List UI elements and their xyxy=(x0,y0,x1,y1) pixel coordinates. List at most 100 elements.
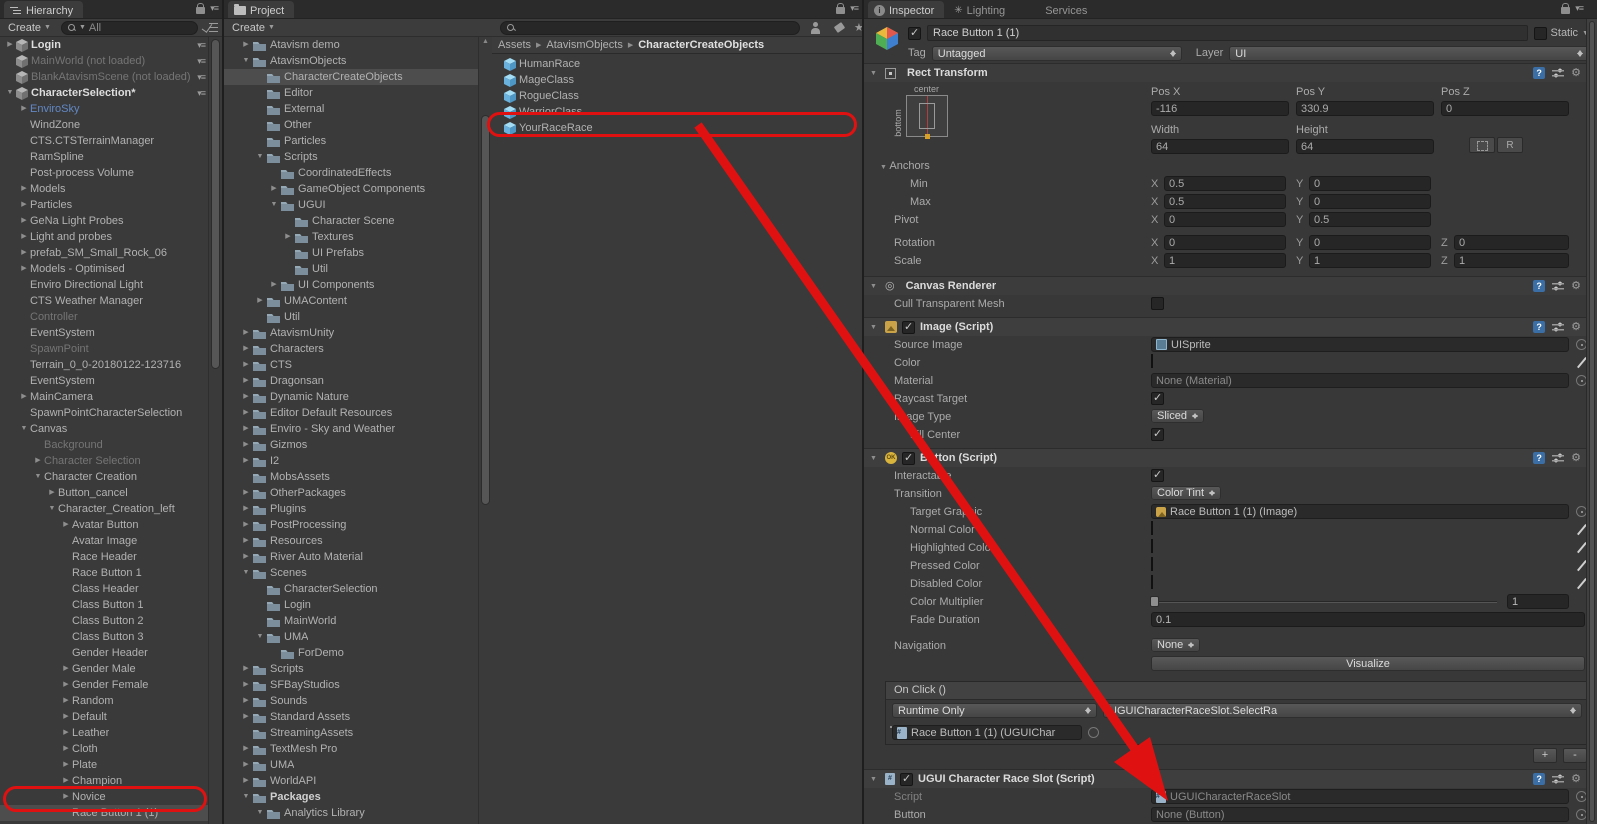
tab-lighting[interactable]: ✳ Lighting xyxy=(948,1,1015,18)
hierarchy-row[interactable]: ▶ prefab_SM_Small_Rock_06 xyxy=(0,245,208,261)
foldout-icon[interactable]: ▶ xyxy=(240,373,252,389)
gameobject-name-field[interactable]: Race Button 1 (1) xyxy=(927,25,1528,41)
scene-menu-icon[interactable]: ▾≡ xyxy=(197,53,206,69)
scene-menu-icon[interactable]: ▾≡ xyxy=(197,85,206,101)
foldout-icon[interactable]: ▶ xyxy=(18,181,30,197)
button-ref-field[interactable]: None (Button) xyxy=(1151,807,1569,822)
blueprint-mode-button[interactable] xyxy=(1469,137,1495,153)
hierarchy-row[interactable]: MainWorld (not loaded) ▾≡ xyxy=(0,53,208,69)
pivot-y-field[interactable]: 0.5 xyxy=(1309,212,1431,227)
anchor-max-x-field[interactable]: 0.5 xyxy=(1164,194,1286,209)
project-tree-row[interactable]: ▶ AtavismUnity xyxy=(224,325,478,341)
asset-row[interactable]: MageClass xyxy=(492,72,862,88)
presets-icon[interactable] xyxy=(1552,68,1565,78)
project-tree-row[interactable]: ▶ UMA xyxy=(224,757,478,773)
foldout-icon[interactable]: ▶ xyxy=(32,453,44,469)
posx-field[interactable]: -116 xyxy=(1151,101,1289,116)
project-tree-row[interactable]: ▶ GameObject Components xyxy=(224,181,478,197)
hierarchy-row[interactable]: Class Button 3 xyxy=(0,629,208,645)
asset-row[interactable]: HumanRace xyxy=(492,56,862,72)
foldout-icon[interactable]: ▶ xyxy=(18,245,30,261)
help-icon[interactable]: ? xyxy=(1533,452,1546,464)
hierarchy-row[interactable]: ▶ Default xyxy=(0,709,208,725)
presets-icon[interactable] xyxy=(1552,453,1565,463)
rotation-z-field[interactable]: 0 xyxy=(1454,235,1569,250)
project-tree-scrollbar[interactable]: ▲ xyxy=(478,37,492,824)
hierarchy-row[interactable]: Terrain_0_0-20180122-123716 xyxy=(0,357,208,373)
hierarchy-row[interactable]: Enviro Directional Light xyxy=(0,277,208,293)
lock-icon[interactable] xyxy=(836,3,846,14)
hierarchy-filter-icon[interactable] xyxy=(204,22,218,34)
interactable-checkbox[interactable] xyxy=(1151,468,1164,482)
project-search-input[interactable] xyxy=(500,20,800,35)
hierarchy-row[interactable]: Avatar Image xyxy=(0,533,208,549)
foldout-icon[interactable]: ▶ xyxy=(18,261,30,277)
project-tree-row[interactable]: UI Prefabs xyxy=(224,245,478,261)
material-field[interactable]: None (Material) xyxy=(1151,373,1569,388)
color-multiplier-field[interactable]: 1 xyxy=(1507,594,1569,609)
posy-field[interactable]: 330.9 xyxy=(1296,101,1434,116)
tab-inspector[interactable]: i Inspector xyxy=(868,1,945,18)
help-icon[interactable]: ? xyxy=(1533,280,1546,292)
foldout-icon[interactable]: ▶ xyxy=(18,101,30,117)
panel-menu-icon[interactable]: ▾≡ xyxy=(210,3,219,14)
foldout-icon[interactable]: ▶ xyxy=(4,37,16,53)
foldout-icon[interactable]: ▶ xyxy=(240,357,252,373)
asset-row[interactable]: RogueClass xyxy=(492,88,862,104)
foldout-icon[interactable]: ▶ xyxy=(60,757,72,773)
pivot-x-field[interactable]: 0 xyxy=(1164,212,1286,227)
inspector-scrollbar[interactable] xyxy=(1586,19,1597,824)
foldout-icon[interactable]: ▶ xyxy=(60,773,72,789)
project-tree-row[interactable]: ▶ WorldAPI xyxy=(224,773,478,789)
hierarchy-row[interactable]: ▶ Particles xyxy=(0,197,208,213)
foldout-icon[interactable]: ▼ xyxy=(870,776,880,783)
hierarchy-row[interactable]: ▶ Gender Male xyxy=(0,661,208,677)
scale-y-field[interactable]: 1 xyxy=(1309,253,1431,268)
hierarchy-row[interactable]: CTS Weather Manager xyxy=(0,293,208,309)
breadcrumb-current[interactable]: CharacterCreateObjects xyxy=(638,39,764,51)
foldout-icon[interactable]: ▶ xyxy=(60,741,72,757)
onclick-function-dropdown[interactable]: UGUICharacterRaceSlot.SelectRa xyxy=(1103,703,1582,718)
project-tree-row[interactable]: ▶ UMAContent xyxy=(224,293,478,309)
foldout-icon[interactable]: ▼ xyxy=(870,455,880,462)
fill-center-checkbox[interactable] xyxy=(1151,427,1164,441)
hierarchy-row[interactable]: CTS.CTSTerrainManager xyxy=(0,133,208,149)
normal-color-swatch[interactable] xyxy=(1151,521,1153,535)
hierarchy-row[interactable]: ▶ Random xyxy=(0,693,208,709)
project-tree-row[interactable]: ▶ TextMesh Pro xyxy=(224,741,478,757)
hierarchy-row[interactable]: Class Button 1 xyxy=(0,597,208,613)
foldout-icon[interactable]: ▶ xyxy=(240,437,252,453)
foldout-icon[interactable]: ▶ xyxy=(60,789,72,805)
hierarchy-row[interactable]: WindZone xyxy=(0,117,208,133)
project-tree-row[interactable]: ▼ Packages xyxy=(224,789,478,805)
navigation-dropdown[interactable]: None xyxy=(1151,638,1201,652)
foldout-icon[interactable]: ▶ xyxy=(254,293,266,309)
breadcrumb-atavismobjects[interactable]: AtavismObjects xyxy=(546,39,622,51)
project-tree-row[interactable]: ▶ Characters xyxy=(224,341,478,357)
onclick-target-field[interactable]: # Race Button 1 (1) (UGUIChar xyxy=(892,725,1082,740)
object-picker-icon[interactable] xyxy=(1088,727,1099,738)
hierarchy-row[interactable]: ▶ GeNa Light Probes xyxy=(0,213,208,229)
layer-dropdown[interactable]: UI xyxy=(1229,45,1589,61)
tab-hierarchy[interactable]: Hierarchy xyxy=(4,1,84,18)
project-tree-row[interactable]: ▶ Resources xyxy=(224,533,478,549)
foldout-icon[interactable]: ▶ xyxy=(240,661,252,677)
search-by-type-icon[interactable] xyxy=(810,21,822,34)
hierarchy-row[interactable]: ▶ Avatar Button xyxy=(0,517,208,533)
foldout-icon[interactable]: ▶ xyxy=(60,517,72,533)
foldout-icon[interactable]: ▼ xyxy=(880,164,887,171)
component-enabled-checkbox[interactable] xyxy=(900,772,913,786)
presets-icon[interactable] xyxy=(1552,774,1565,784)
project-tree-row[interactable]: Util xyxy=(224,261,478,277)
hierarchy-row[interactable]: Class Header xyxy=(0,581,208,597)
transition-dropdown[interactable]: Color Tint xyxy=(1151,486,1222,500)
rotation-y-field[interactable]: 0 xyxy=(1309,235,1431,250)
foldout-icon[interactable]: ▶ xyxy=(240,389,252,405)
hierarchy-row[interactable]: EventSystem xyxy=(0,325,208,341)
hierarchy-row[interactable]: ▶ MainCamera xyxy=(0,389,208,405)
foldout-icon[interactable]: ▶ xyxy=(240,485,252,501)
foldout-icon[interactable]: ▼ xyxy=(240,53,252,69)
anchor-max-y-field[interactable]: 0 xyxy=(1309,194,1431,209)
foldout-icon[interactable]: ▶ xyxy=(18,213,30,229)
hierarchy-row[interactable]: Post-process Volume xyxy=(0,165,208,181)
